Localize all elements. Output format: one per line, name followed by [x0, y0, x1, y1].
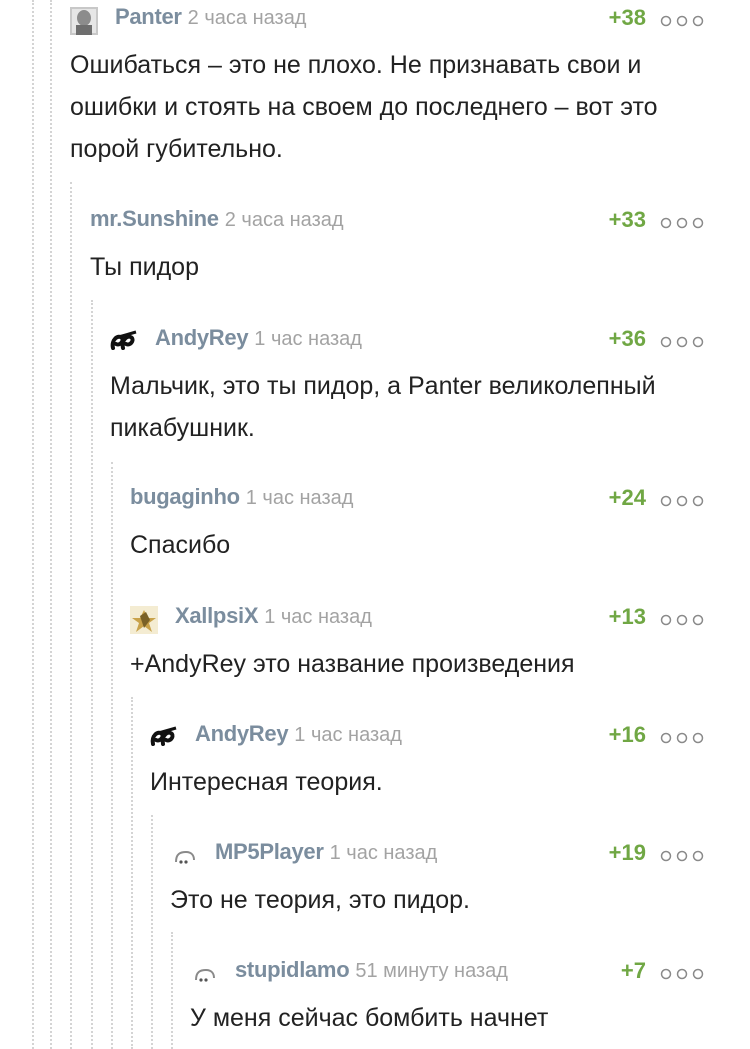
timestamp: 1 час назад [329, 842, 438, 864]
comment: MP5Player 1 час назад +19 Это не теория, … [170, 839, 750, 921]
username-text[interactable]: Panter [115, 4, 182, 29]
username[interactable]: stupidlamo 51 минуту назад [235, 957, 508, 983]
rating: +36 [608, 326, 646, 351]
timestamp: 1 час назад [294, 724, 402, 746]
thread-line [171, 932, 173, 1049]
comment-text: +AndyRey это название произведения [130, 650, 575, 678]
user-avatar-icon[interactable] [70, 7, 98, 35]
rating: +24 [608, 485, 646, 510]
timestamp: 1 час назад [245, 487, 354, 509]
thread-line [111, 462, 113, 1049]
rating: +19 [608, 840, 646, 865]
comment-text: У меня сейчас бомбить начнет [190, 1004, 549, 1032]
thread-line [131, 697, 133, 1049]
more-options-icon[interactable] [660, 217, 704, 229]
comment-text: Спасибо [130, 531, 231, 559]
andyrey-logo-icon[interactable] [110, 328, 138, 356]
username-text[interactable]: mr.Sunshine [90, 206, 219, 231]
username[interactable]: AndyRey 1 час назад [155, 325, 362, 351]
timestamp: 1 час назад [264, 606, 372, 628]
thread-line [50, 0, 52, 1049]
comment-text: Мальчик, это ты пидор, а Panter великоле… [110, 372, 663, 442]
username-text[interactable]: AndyRey [195, 721, 289, 746]
comment: bugaginho 1 час назад +24 Спасибо [130, 484, 750, 566]
more-options-icon[interactable] [660, 850, 704, 862]
comment-text: Ошибаться – это не плохо. Не признавать … [70, 51, 665, 163]
username-text[interactable]: stupidlamo [235, 957, 350, 982]
timestamp: 2 часа назад [224, 209, 344, 231]
comment-header: XallpsiX 1 час назад +13 [130, 603, 750, 637]
comment: stupidlamo 51 минуту назад +7 У меня сейч… [190, 957, 750, 1039]
thread-line [91, 300, 93, 1049]
more-options-icon[interactable] [660, 336, 704, 348]
more-options-icon[interactable] [660, 495, 704, 507]
comment-header: stupidlamo 51 минуту назад +7 [190, 957, 750, 991]
username[interactable]: XallpsiX 1 час назад [175, 603, 372, 629]
thread-line [70, 182, 72, 1049]
comment-text: Интересная теория. [150, 768, 383, 796]
more-options-icon[interactable] [660, 15, 704, 27]
comment-text: Это не теория, это пидор. [170, 886, 470, 914]
rating: +38 [608, 5, 646, 30]
default-avatar-icon[interactable] [170, 842, 198, 870]
comment-header: mr.Sunshine 2 часа назад +33 [90, 206, 750, 240]
rating: +16 [608, 722, 646, 747]
username-text[interactable]: bugaginho [130, 484, 240, 509]
thread-line [151, 815, 153, 1049]
andyrey-logo-icon[interactable] [150, 724, 178, 752]
more-options-icon[interactable] [660, 732, 704, 744]
comment-header: AndyRey 1 час назад +36 [110, 325, 750, 359]
rating: +7 [620, 958, 646, 983]
username[interactable]: AndyRey 1 час назад [195, 721, 402, 747]
username[interactable]: Panter 2 часа назад [115, 4, 306, 30]
username[interactable]: mr.Sunshine 2 часа назад [90, 206, 344, 232]
username-text[interactable]: MP5Player [215, 839, 324, 864]
timestamp: 2 часа назад [187, 7, 307, 29]
username[interactable]: MP5Player 1 час назад [215, 839, 437, 865]
xallpsix-avatar-icon[interactable] [130, 606, 158, 634]
username[interactable]: bugaginho 1 час назад [130, 484, 353, 510]
comment-header: Panter 2 часа назад +38 [70, 4, 750, 38]
thread-line [32, 0, 34, 1049]
comment: AndyRey 1 час назад +36 Мальчик, это ты п… [110, 325, 750, 449]
comment-header: bugaginho 1 час назад +24 [130, 484, 750, 518]
default-avatar-icon[interactable] [190, 960, 218, 988]
comment-header: MP5Player 1 час назад +19 [170, 839, 750, 873]
comment: XallpsiX 1 час назад +13 +AndyRey это наз… [130, 603, 750, 685]
username-text[interactable]: AndyRey [155, 325, 249, 350]
comment-header: AndyRey 1 час назад +16 [150, 721, 750, 755]
more-options-icon[interactable] [660, 968, 704, 980]
more-options-icon[interactable] [660, 614, 704, 626]
comment: mr.Sunshine 2 часа назад +33 Ты пидор [90, 206, 750, 288]
username-text[interactable]: XallpsiX [175, 603, 259, 628]
rating: +13 [608, 604, 646, 629]
comment: Panter 2 часа назад +38 Ошибаться – это н… [70, 4, 750, 170]
timestamp: 51 минуту назад [355, 960, 508, 982]
timestamp: 1 час назад [254, 328, 362, 350]
rating: +33 [608, 207, 646, 232]
comment: AndyRey 1 час назад +16 Интересная теория… [150, 721, 750, 803]
comment-text: Ты пидор [90, 253, 199, 281]
